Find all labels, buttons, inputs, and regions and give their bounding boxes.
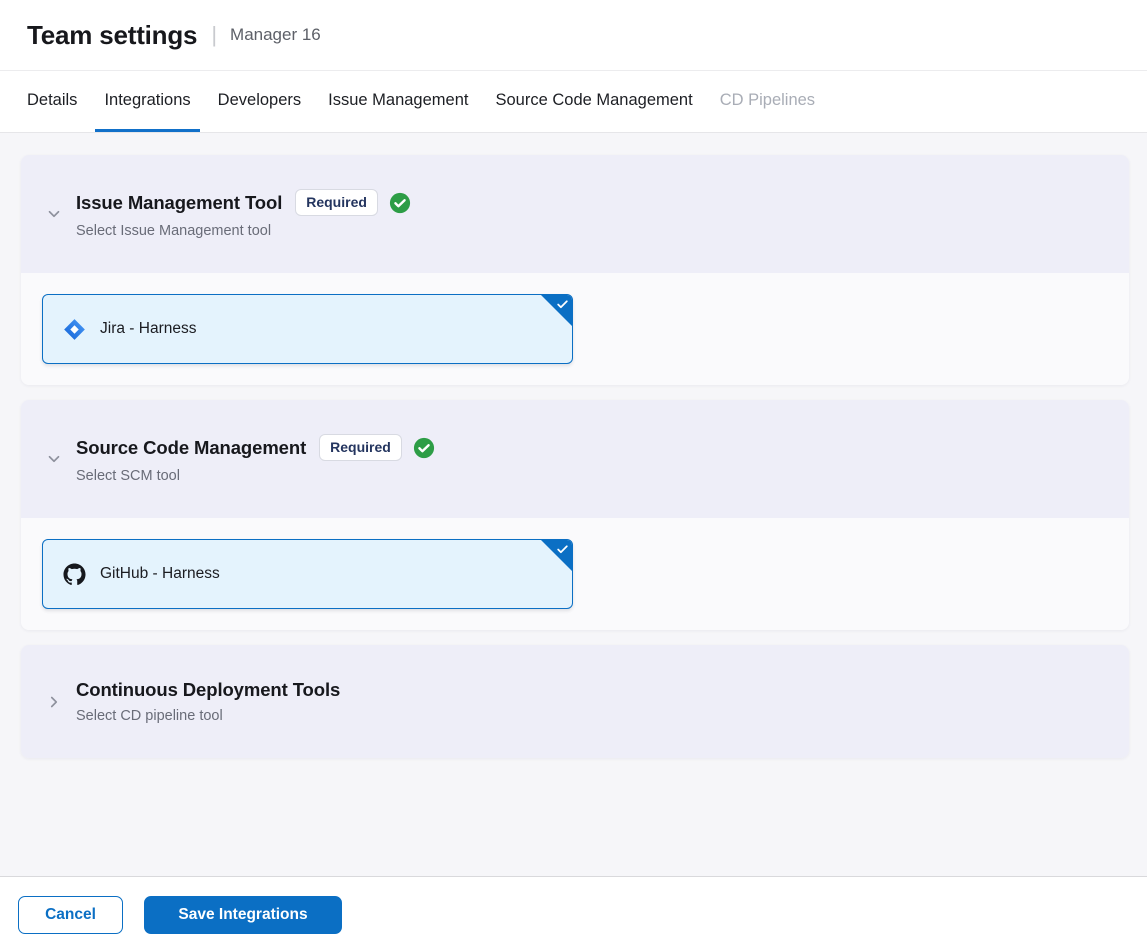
section-subtitle: Select SCM tool: [76, 468, 435, 484]
github-icon: [63, 563, 86, 586]
chevron-right-icon[interactable]: [43, 691, 65, 713]
section-continuous-deployment-tools: Continuous Deployment Tools Select CD pi…: [21, 645, 1129, 758]
team-name-label: Manager 16: [230, 25, 321, 45]
selected-check-icon: [556, 543, 569, 556]
tool-card-label: Jira - Harness: [100, 320, 196, 338]
section-scm-header[interactable]: Source Code Management Required Select S…: [21, 400, 1129, 518]
section-heading-block: Continuous Deployment Tools Select CD pi…: [76, 679, 340, 724]
section-issue-management-body: Jira - Harness: [21, 273, 1129, 385]
section-heading-block: Issue Management Tool Required Select Is…: [76, 189, 411, 239]
section-subtitle: Select CD pipeline tool: [76, 708, 340, 724]
tool-card-label: GitHub - Harness: [100, 565, 220, 583]
page-title: Team settings: [27, 20, 197, 51]
chevron-down-icon[interactable]: [43, 448, 65, 470]
tool-card-github-harness[interactable]: GitHub - Harness: [42, 539, 573, 609]
section-heading-block: Source Code Management Required Select S…: [76, 434, 435, 484]
page-header: Team settings | Manager 16: [0, 0, 1147, 71]
required-badge: Required: [319, 434, 402, 461]
cancel-button[interactable]: Cancel: [18, 896, 123, 934]
selected-check-icon: [556, 298, 569, 311]
jira-icon: [63, 318, 86, 341]
section-issue-management-header[interactable]: Issue Management Tool Required Select Is…: [21, 155, 1129, 273]
section-title: Source Code Management: [76, 437, 306, 459]
section-cd-header[interactable]: Continuous Deployment Tools Select CD pi…: [21, 645, 1129, 758]
check-circle-icon: [413, 437, 435, 459]
tool-card-jira-harness[interactable]: Jira - Harness: [42, 294, 573, 364]
tab-integrations[interactable]: Integrations: [95, 71, 199, 132]
title-separator: |: [211, 22, 217, 48]
integrations-content: Issue Management Tool Required Select Is…: [0, 133, 1147, 876]
tab-developers[interactable]: Developers: [209, 71, 310, 132]
footer-action-bar: Cancel Save Integrations: [0, 876, 1147, 952]
tab-bar: Details Integrations Developers Issue Ma…: [0, 71, 1147, 133]
section-subtitle: Select Issue Management tool: [76, 223, 411, 239]
section-source-code-management: Source Code Management Required Select S…: [21, 400, 1129, 630]
save-integrations-button[interactable]: Save Integrations: [144, 896, 342, 934]
tab-issue-management[interactable]: Issue Management: [319, 71, 477, 132]
section-scm-body: GitHub - Harness: [21, 518, 1129, 630]
chevron-down-icon[interactable]: [43, 203, 65, 225]
required-badge: Required: [295, 189, 378, 216]
check-circle-icon: [389, 192, 411, 214]
section-title: Issue Management Tool: [76, 192, 282, 214]
section-issue-management-tool: Issue Management Tool Required Select Is…: [21, 155, 1129, 385]
tab-source-code-management[interactable]: Source Code Management: [486, 71, 701, 132]
section-title: Continuous Deployment Tools: [76, 679, 340, 701]
tab-cd-pipelines: CD Pipelines: [711, 71, 824, 132]
tab-details[interactable]: Details: [18, 71, 86, 132]
